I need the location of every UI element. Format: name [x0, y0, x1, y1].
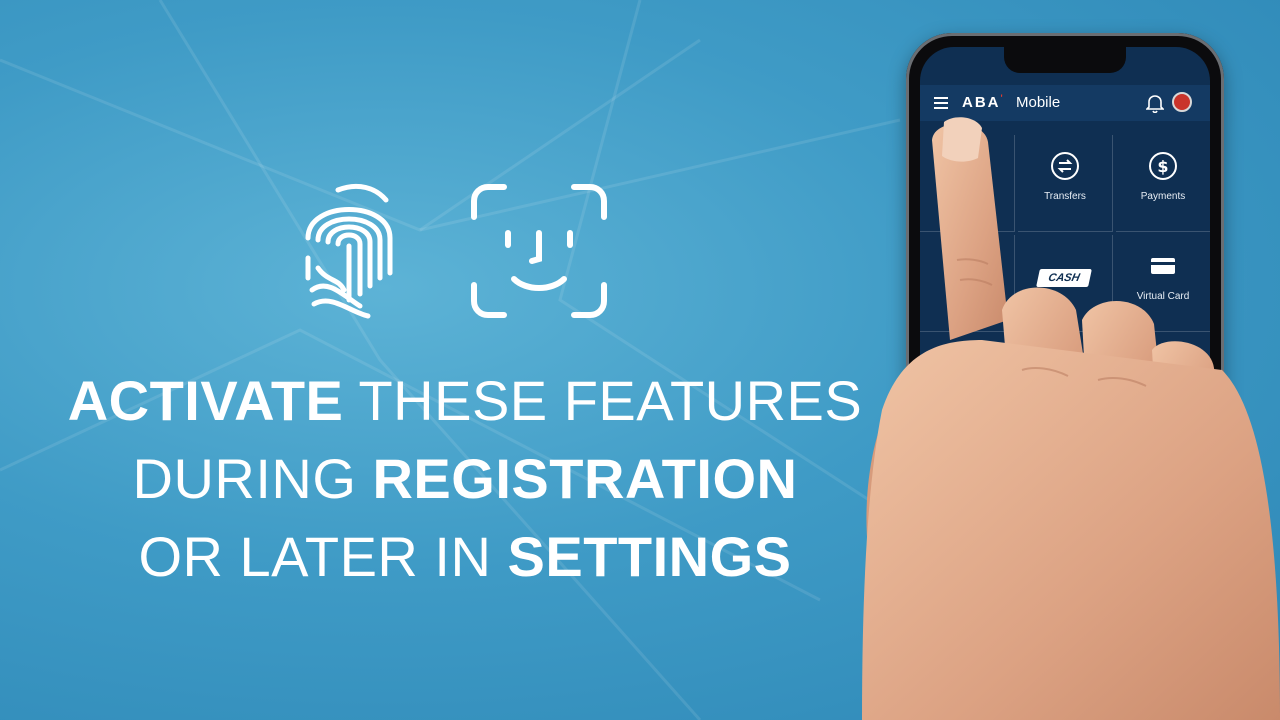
app-brand: ABA': [962, 93, 1003, 111]
headline: ACTIVATE THESE FEATURES DURING REGISTRAT…: [40, 362, 890, 596]
app-brand-accent: ': [1000, 93, 1003, 103]
headline-line-2: DURING REGISTRATION: [40, 440, 890, 518]
fingerprint-icon: [305, 183, 393, 319]
headline-or-later-in: OR LATER IN: [138, 525, 492, 588]
headline-line-3: OR LATER IN SETTINGS: [40, 518, 890, 596]
headline-activate: ACTIVATE: [67, 369, 344, 432]
headline-line-1: ACTIVATE THESE FEATURES: [40, 362, 890, 440]
app-brand-sub: Mobile: [1016, 94, 1061, 111]
headline-these-features: THESE FEATURES: [358, 369, 863, 432]
headline-settings: SETTINGS: [507, 525, 792, 588]
hand-image: [862, 117, 1280, 720]
headline-registration: REGISTRATION: [372, 447, 798, 510]
hamburger-menu-icon[interactable]: [934, 97, 948, 109]
face-id-icon: [471, 184, 607, 318]
phone-notch: [1004, 47, 1126, 73]
app-brand-name: ABA: [962, 94, 1001, 111]
headline-during: DURING: [132, 447, 357, 510]
avatar[interactable]: [1172, 92, 1192, 112]
